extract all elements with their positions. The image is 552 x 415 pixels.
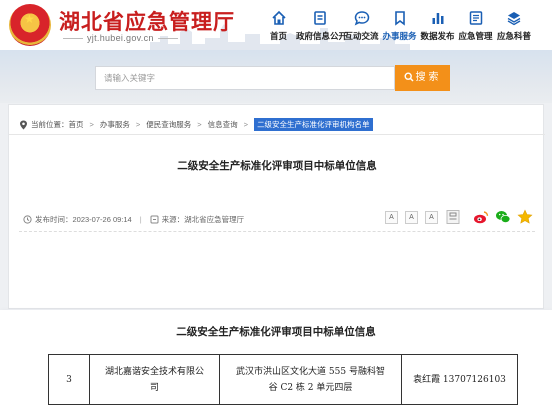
breadcrumb-item-info-query[interactable]: 信息查询 bbox=[208, 119, 238, 130]
bookmark-icon bbox=[394, 11, 405, 26]
breadcrumb-item-home[interactable]: 首页 bbox=[69, 119, 84, 130]
breadcrumb-separator: > bbox=[243, 120, 249, 129]
article-source: 来源：湖北省应急管理厅 bbox=[161, 215, 245, 224]
cell-contact: 袁红霞 13707126103 bbox=[401, 354, 518, 405]
site-header: ★ 湖北省应急管理厅 yjt.hubei.gov.cn 首页 政府信息公开 互动… bbox=[0, 0, 552, 50]
site-url: yjt.hubei.gov.cn bbox=[63, 33, 178, 43]
nav-emergency-mgmt[interactable]: 应急管理 bbox=[455, 0, 496, 50]
nav-label: 互动交流 bbox=[344, 31, 379, 41]
search-input[interactable]: 请输入关键字 bbox=[95, 66, 395, 90]
main-nav: 首页 政府信息公开 互动交流 办事服务 数据发布 应急管理 应急科普 bbox=[258, 0, 532, 50]
company-line: 湖北嘉谐安全技术有限公 bbox=[104, 366, 204, 377]
article-tools: A A A bbox=[385, 209, 533, 225]
nav-label: 办事服务 bbox=[382, 31, 417, 41]
article-title: 二级安全生产标准化评审项目中标单位信息 bbox=[177, 160, 377, 172]
cell-company: 湖北嘉谐安全技术有限公司 bbox=[89, 354, 220, 405]
winners-table: 3 湖北嘉谐安全技术有限公司 武汉市洪山区文化大道 555 号融科智谷 C2 栋… bbox=[48, 354, 518, 405]
nav-home[interactable]: 首页 bbox=[258, 0, 299, 50]
nav-services[interactable]: 办事服务 bbox=[379, 0, 420, 50]
divider bbox=[9, 134, 545, 135]
breadcrumb-separator: > bbox=[135, 120, 141, 129]
breadcrumb: 当前位置： 首页 > 办事服务 > 便民查询服务 > 信息查询 > 二级安全生产… bbox=[19, 118, 373, 131]
nav-label: 政府信息公开 bbox=[296, 31, 348, 41]
search-icon bbox=[403, 72, 414, 82]
national-emblem-logo[interactable]: ★ bbox=[9, 4, 51, 46]
article-meta: 发布时间：2023-07-26 09:14 | 来源：湖北省应急管理厅 bbox=[23, 214, 244, 225]
table-row: 3 湖北嘉谐安全技术有限公司 武汉市洪山区文化大道 555 号融科智谷 C2 栋… bbox=[48, 354, 518, 405]
nav-label: 首页 bbox=[269, 31, 287, 41]
wechat-share-icon[interactable] bbox=[495, 209, 511, 225]
layers-icon bbox=[507, 12, 521, 26]
font-size-small-button[interactable]: A bbox=[425, 210, 438, 224]
cell-address: 武汉市洪山区文化大道 555 号融科智谷 C2 栋 2 单元四层 bbox=[219, 354, 402, 405]
print-icon[interactable] bbox=[445, 209, 461, 225]
address-line: 武汉市洪山区文化大道 555 号融科智 bbox=[236, 366, 385, 377]
breadcrumb-item-query-services[interactable]: 便民查询服务 bbox=[146, 119, 191, 130]
publish-time: 发布时间：2023-07-26 09:14 bbox=[35, 215, 132, 224]
breadcrumb-current[interactable]: 二级安全生产标准化评审机构名单 bbox=[254, 118, 373, 131]
chat-icon bbox=[354, 11, 369, 26]
location-pin-icon bbox=[20, 120, 27, 129]
article-card: 当前位置： 首页 > 办事服务 > 便民查询服务 > 信息查询 > 二级安全生产… bbox=[8, 104, 545, 309]
weibo-share-icon[interactable] bbox=[473, 209, 489, 225]
address-line: 谷 C2 栋 2 单元四层 bbox=[268, 382, 353, 393]
source-icon bbox=[150, 215, 159, 224]
breadcrumb-separator: > bbox=[89, 120, 94, 129]
nav-science[interactable]: 应急科普 bbox=[493, 0, 535, 50]
nav-label: 应急科普 bbox=[496, 31, 531, 41]
breadcrumb-prefix: 当前位置： bbox=[31, 120, 69, 129]
nav-label: 应急管理 bbox=[458, 31, 493, 41]
list-icon bbox=[469, 11, 482, 25]
nav-gov-info[interactable]: 政府信息公开 bbox=[296, 0, 348, 50]
site-title[interactable]: 湖北省应急管理厅 bbox=[59, 6, 235, 36]
search-button-label: 搜索 bbox=[415, 72, 442, 83]
favorite-star-icon[interactable] bbox=[517, 209, 533, 225]
font-size-large-button[interactable]: A bbox=[385, 210, 398, 224]
clock-icon bbox=[23, 215, 32, 224]
font-size-medium-button[interactable]: A bbox=[405, 210, 418, 224]
search-button[interactable]: 搜索 bbox=[395, 65, 450, 91]
breadcrumb-separator: > bbox=[197, 120, 202, 129]
divider bbox=[19, 231, 535, 232]
document-icon bbox=[314, 11, 326, 25]
bar-chart-icon bbox=[432, 13, 443, 24]
company-line: 司 bbox=[149, 382, 159, 393]
nav-label: 数据发布 bbox=[420, 31, 455, 41]
nav-data[interactable]: 数据发布 bbox=[417, 0, 458, 50]
meta-separator: | bbox=[139, 215, 142, 224]
cell-number: 3 bbox=[48, 354, 90, 405]
home-icon bbox=[271, 10, 286, 25]
nav-interaction[interactable]: 互动交流 bbox=[341, 0, 382, 50]
sticky-article-title: 二级安全生产标准化评审项目中标单位信息 bbox=[0, 310, 552, 354]
breadcrumb-item-services[interactable]: 办事服务 bbox=[100, 119, 130, 130]
